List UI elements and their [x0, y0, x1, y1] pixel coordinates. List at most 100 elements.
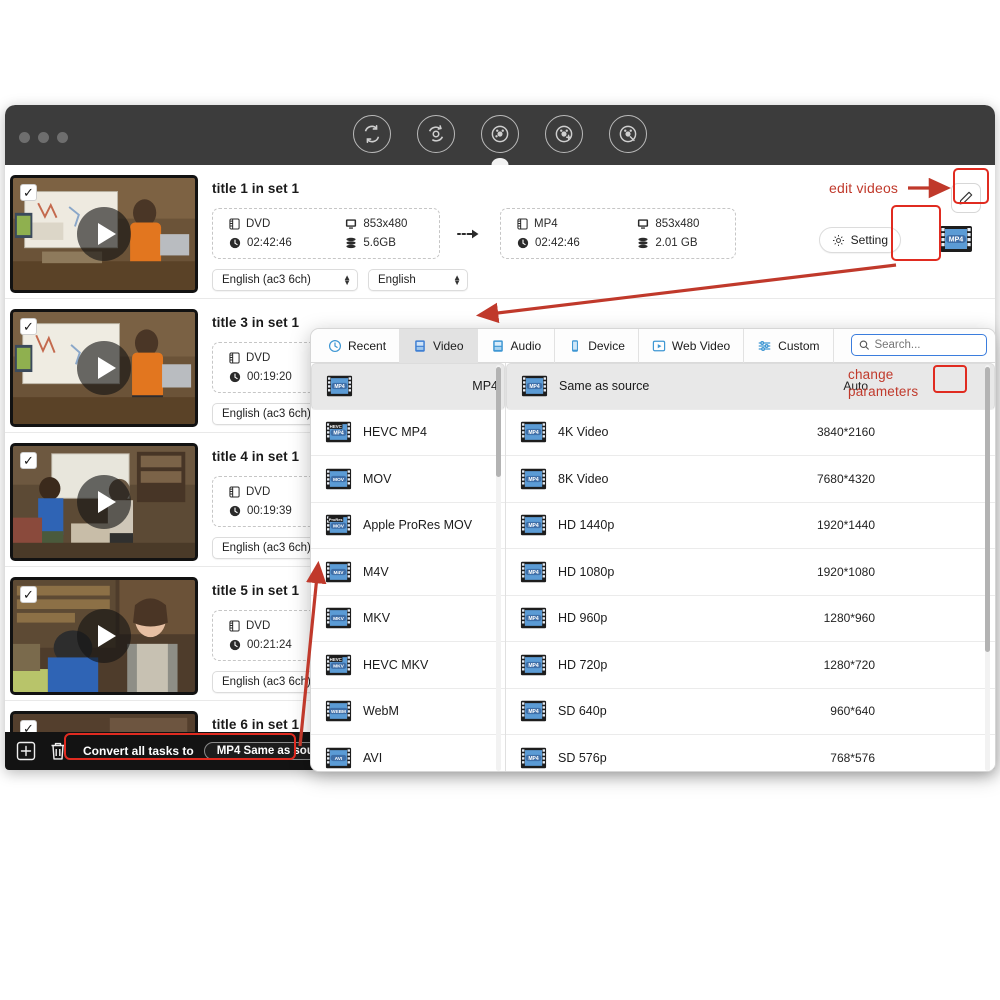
video-thumbnail[interactable] — [10, 175, 198, 293]
video-icon — [415, 339, 425, 352]
list-item[interactable]: HEVC MP4 HEVC MP4 — [311, 409, 505, 456]
tab-custom[interactable]: Custom — [744, 329, 834, 363]
task-checkbox[interactable]: ✓ — [20, 586, 37, 603]
list-item[interactable]: MKV MKV — [311, 595, 505, 642]
list-item[interactable]: ProRes MOV Apple ProRes MOV — [311, 502, 505, 549]
setting-button[interactable]: Setting — [818, 227, 901, 253]
file-icon — [229, 620, 240, 632]
play-button[interactable] — [77, 609, 131, 663]
list-item[interactable]: MP4 HD 1080p 1920*1080 — [506, 549, 995, 596]
video-thumbnail[interactable] — [10, 309, 198, 427]
list-item-label: Apple ProRes MOV — [363, 518, 473, 533]
list-item[interactable]: HEVC MKV HEVC MKV — [311, 642, 505, 689]
list-item[interactable]: MP4 HD 720p 1280*720 — [506, 642, 995, 689]
list-item[interactable]: MP4 HD 960p 1280*960 — [506, 595, 995, 642]
list-item[interactable]: MP4 HD 1440p 1920*1440 — [506, 502, 995, 549]
device-icon — [572, 339, 579, 352]
list-item-label: MOV — [363, 471, 392, 486]
annotation-change-parameters-line2: parameters — [848, 384, 919, 399]
target-format: MP4 — [517, 218, 601, 230]
list-item[interactable]: MOV MOV — [311, 456, 505, 503]
list-item[interactable]: M4V M4V — [311, 549, 505, 596]
plus-icon[interactable] — [15, 740, 37, 762]
dvd-burn-icon[interactable] — [609, 115, 647, 153]
task-checkbox[interactable]: ✓ — [20, 318, 37, 335]
format-list[interactable]: MP4 MP4 HEVC MP4 HEVC MP4 MOV MOV ProRes M… — [311, 363, 506, 771]
svg-text:MP4: MP4 — [949, 236, 964, 243]
svg-text:MP4: MP4 — [528, 570, 539, 576]
clock-icon — [229, 371, 241, 383]
thumbnail-wrap: ✓ — [10, 443, 200, 561]
target-size-label: 2.01 GB — [655, 237, 698, 249]
highlight-convert-all — [64, 733, 296, 760]
thumbnail-wrap: ✓ — [10, 309, 200, 427]
svg-text:MP4: MP4 — [528, 616, 539, 622]
video-thumbnail[interactable] — [10, 443, 198, 561]
target-size: 2.01 GB — [637, 237, 721, 249]
search-box[interactable] — [851, 334, 987, 356]
svg-text:MP4: MP4 — [528, 756, 539, 762]
svg-text:AVI: AVI — [335, 756, 343, 762]
preset-list-scrollbar[interactable] — [985, 367, 990, 652]
convert-icon[interactable] — [353, 115, 391, 153]
list-item-label: HEVC MKV — [363, 657, 429, 672]
source-format: DVD — [229, 218, 309, 230]
tab-web-video[interactable]: Web Video — [639, 329, 745, 363]
task-checkbox[interactable]: ✓ — [20, 720, 37, 732]
tab-video[interactable]: Video — [400, 329, 478, 363]
tab-audio[interactable]: Audio — [478, 329, 556, 363]
svg-text:M4V: M4V — [334, 570, 345, 576]
format-list-scrollbar[interactable] — [496, 367, 501, 477]
play-button[interactable] — [77, 207, 131, 261]
list-item-label: HD 960p — [558, 611, 608, 626]
dvd-copy-icon[interactable] — [481, 115, 519, 153]
tab-recent[interactable]: Recent — [315, 329, 401, 363]
target-duration: 02:42:46 — [517, 237, 601, 249]
list-item[interactable]: MP4 4K Video 3840*2160 — [506, 409, 995, 456]
list-item-label: HD 720p — [558, 657, 608, 672]
list-item[interactable]: AVI AVI — [311, 735, 505, 771]
avi-film-icon: AVI — [325, 747, 352, 768]
list-item[interactable]: MP4 MP4 — [311, 363, 505, 410]
chevron-updown-icon: ▲▼ — [453, 273, 461, 287]
mp4-film-icon: MP4 — [520, 422, 547, 443]
prores-mov-film-icon: ProRes MOV — [325, 515, 352, 536]
play-button[interactable] — [77, 475, 131, 529]
thumbnail-image — [13, 714, 195, 732]
svg-text:MKV: MKV — [333, 663, 345, 669]
output-format-button[interactable]: MP4 — [935, 218, 977, 260]
task-checkbox[interactable]: ✓ — [20, 184, 37, 201]
list-item[interactable]: WEBM WebM — [311, 688, 505, 735]
list-item-resolution: 7680*4320 — [816, 471, 875, 486]
list-item[interactable]: MP4 SD 640p 960*640 — [506, 688, 995, 735]
video-thumbnail[interactable] — [10, 711, 198, 732]
clock-icon — [229, 639, 241, 651]
task-checkbox[interactable]: ✓ — [20, 452, 37, 469]
audio-track-value: English (ac3 6ch) — [222, 676, 311, 688]
subtitle-track-select[interactable]: English ▲ ▼ — [368, 269, 468, 291]
preset-list[interactable]: MP4 Same as source Auto MP4 4K Video 384… — [506, 363, 995, 771]
list-item-label: Same as source — [559, 379, 650, 394]
source-format-label: DVD — [246, 352, 271, 364]
tab-device[interactable]: Device — [555, 329, 639, 363]
dvd-add-icon[interactable] — [545, 115, 583, 153]
format-tabs[interactable]: Recent Video Audio Device Web Video Cust… — [311, 329, 995, 363]
list-item[interactable]: MP4 8K Video 7680*4320 — [506, 456, 995, 503]
recent-icon — [328, 339, 342, 352]
svg-text:MOV: MOV — [333, 524, 345, 530]
list-item-label: WebM — [363, 704, 399, 719]
gear-icon — [832, 234, 844, 246]
list-item[interactable]: MP4 SD 576p 768*576 — [506, 735, 995, 771]
list-item-resolution: 1920*1440 — [816, 518, 875, 533]
svg-text:MP4: MP4 — [334, 384, 345, 390]
svg-text:MP4: MP4 — [528, 477, 539, 483]
monitor-icon — [346, 219, 357, 229]
clock-icon — [229, 505, 241, 517]
video-thumbnail[interactable] — [10, 577, 198, 695]
audio-track-select[interactable]: English (ac3 6ch) ▲▼ — [212, 269, 358, 291]
play-button[interactable] — [77, 341, 131, 395]
file-icon — [517, 218, 528, 230]
search-input[interactable] — [874, 339, 979, 351]
list-item-label: M4V — [363, 564, 389, 579]
ripper-icon[interactable] — [417, 115, 455, 153]
